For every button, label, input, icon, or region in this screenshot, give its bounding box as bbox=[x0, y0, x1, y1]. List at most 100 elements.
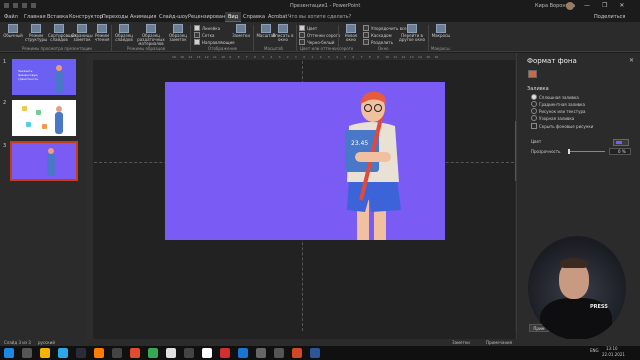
normal-view-button[interactable]: Обычный bbox=[2, 24, 24, 44]
comments-toggle[interactable]: Примечания bbox=[486, 340, 512, 345]
windows-start-icon[interactable] bbox=[4, 348, 14, 358]
clock-time[interactable]: 13:10 bbox=[606, 346, 618, 351]
window-controls: — ❐ ✕ bbox=[584, 2, 624, 9]
slide-thumbnail-3[interactable] bbox=[10, 141, 78, 181]
ruler-checkbox[interactable]: Линейка bbox=[194, 25, 220, 31]
character-illustration[interactable]: 23.45 bbox=[165, 82, 445, 240]
reading-view-button[interactable]: Режим чтения bbox=[91, 24, 113, 44]
app-icon[interactable] bbox=[184, 348, 194, 358]
tab-view[interactable]: Вид bbox=[225, 12, 242, 22]
figure-body bbox=[55, 71, 63, 93]
notes-button[interactable]: Заметки bbox=[230, 24, 252, 44]
chrome-icon[interactable] bbox=[148, 348, 158, 358]
maximize-icon[interactable]: ❐ bbox=[602, 2, 607, 9]
slide-thumbnail-2[interactable] bbox=[12, 100, 76, 136]
solid-fill-radio[interactable]: Сплошная заливка bbox=[531, 94, 579, 100]
slide-master-button[interactable]: Образец слайдов bbox=[113, 24, 135, 44]
fill-icon[interactable] bbox=[528, 70, 537, 78]
fit-to-window-button[interactable]: Вписать в окно bbox=[272, 24, 294, 44]
slide-sorter-button[interactable]: Сортировщик слайдов bbox=[48, 24, 77, 44]
macros-button[interactable]: Макросы bbox=[430, 24, 452, 44]
color-mode-option[interactable]: Цвет bbox=[299, 25, 317, 31]
outline-view-button[interactable]: Режим структуры bbox=[25, 24, 47, 44]
app-icon[interactable] bbox=[130, 348, 140, 358]
tab-slideshow[interactable]: Слайд-шоу bbox=[159, 14, 188, 20]
word-icon[interactable] bbox=[310, 348, 320, 358]
group-label: Масштаб bbox=[264, 46, 284, 51]
new-window-button[interactable]: Новое окно bbox=[340, 24, 362, 44]
transparency-input[interactable]: 0 % bbox=[609, 148, 631, 155]
present-icon[interactable] bbox=[31, 3, 36, 8]
tab-help[interactable]: Справка bbox=[243, 14, 265, 20]
coin-icon bbox=[42, 124, 47, 129]
notes-master-button[interactable]: Образец заметок bbox=[167, 24, 189, 44]
undo-icon[interactable] bbox=[13, 3, 18, 8]
search-input[interactable]: Что вы хотите сделать? bbox=[288, 14, 351, 20]
notes-toggle[interactable]: Заметки bbox=[452, 340, 470, 345]
tab-animations[interactable]: Анимация bbox=[130, 14, 156, 20]
guides-checkbox[interactable]: Направляющие bbox=[194, 39, 235, 45]
gradient-fill-radio[interactable]: Градиентная заливка bbox=[531, 101, 585, 107]
powerpoint-icon[interactable] bbox=[292, 348, 302, 358]
minimize-icon[interactable]: — bbox=[584, 2, 590, 9]
telegram-icon[interactable] bbox=[58, 348, 68, 358]
tab-insert[interactable]: Вставка bbox=[47, 14, 68, 20]
switch-window-button[interactable]: Перейти в другое окно bbox=[398, 24, 426, 44]
color-label: Цвет bbox=[531, 139, 542, 144]
handout-master-button[interactable]: Образец раздаточных материалов bbox=[137, 24, 165, 46]
close-icon[interactable]: ✕ bbox=[619, 2, 624, 9]
slider-handle[interactable] bbox=[568, 149, 570, 154]
webcam-overlay: PRESS bbox=[528, 236, 626, 340]
share-button[interactable]: Поделиться bbox=[594, 14, 625, 20]
search-icon[interactable] bbox=[22, 348, 32, 358]
current-slide[interactable]: 23.45 bbox=[165, 82, 445, 240]
grayscale-option[interactable]: Оттенки серого bbox=[299, 32, 340, 38]
notion-icon[interactable] bbox=[202, 348, 212, 358]
hide-background-checkbox[interactable]: Скрыть фоновые рисунки bbox=[531, 123, 593, 129]
split-button[interactable]: Разделить bbox=[363, 39, 393, 45]
notebook-badge: 23.45 bbox=[351, 140, 368, 147]
notes-page-button[interactable]: Страницы заметок bbox=[71, 24, 93, 44]
tab-transitions[interactable]: Переходы bbox=[102, 14, 129, 20]
group-label: Режимы образцов bbox=[127, 46, 166, 51]
app-icon[interactable] bbox=[274, 348, 284, 358]
save-icon[interactable] bbox=[4, 3, 9, 8]
horizontal-ruler[interactable]: 16 15 14 13 12 11 10 9 8 7 6 5 4 3 2 1 0 1 2 3 4 5 6 7 8 9 10 11 12 1… bbox=[86, 53, 516, 60]
new-window-icon bbox=[346, 24, 356, 33]
transparency-slider[interactable] bbox=[569, 151, 605, 152]
color-picker-button[interactable] bbox=[613, 139, 629, 146]
tab-acrobat[interactable]: Acrobat bbox=[268, 14, 287, 20]
fill-section-header[interactable]: Заливка bbox=[527, 86, 549, 92]
slide-counter: Слайд 3 из 3 bbox=[4, 340, 31, 345]
redo-icon[interactable] bbox=[22, 3, 27, 8]
tab-design[interactable]: Конструктор bbox=[69, 14, 103, 20]
picture-fill-radio[interactable]: Рисунок или текстура bbox=[531, 108, 585, 114]
app-icon[interactable] bbox=[112, 348, 122, 358]
pattern-fill-radio[interactable]: Узорная заливка bbox=[531, 115, 574, 121]
slide-thumbnail-1[interactable]: Заказать финансовую грамотность bbox=[12, 59, 76, 95]
app-icon[interactable] bbox=[256, 348, 266, 358]
group-label: Окно bbox=[378, 46, 389, 51]
app-icon[interactable] bbox=[76, 348, 86, 358]
shorts bbox=[347, 178, 401, 212]
tab-home[interactable]: Главная bbox=[24, 14, 46, 20]
app-icon[interactable] bbox=[220, 348, 230, 358]
keyboard-language[interactable]: ENG bbox=[590, 348, 599, 353]
avatar[interactable] bbox=[566, 2, 574, 10]
grid-checkbox[interactable]: Сетка bbox=[194, 32, 214, 38]
ribbon-tabs: Файл Главная Вставка Конструктор Переход… bbox=[0, 12, 640, 22]
cascade-button[interactable]: Каскадом bbox=[363, 32, 392, 38]
taskbar: ENG 13:10 22.01.2021 bbox=[0, 346, 640, 360]
tab-file[interactable]: Файл bbox=[4, 14, 18, 20]
app-icon[interactable] bbox=[166, 348, 176, 358]
illustrator-icon[interactable] bbox=[94, 348, 104, 358]
close-icon[interactable]: ✕ bbox=[629, 57, 634, 64]
language-indicator[interactable]: русский bbox=[38, 340, 55, 345]
ruler-tick-label: 14 bbox=[188, 55, 192, 59]
app-icon[interactable] bbox=[238, 348, 248, 358]
slide-number: 3 bbox=[3, 143, 7, 149]
vertical-ruler[interactable] bbox=[86, 60, 93, 339]
black-white-option[interactable]: Черно-белый bbox=[299, 39, 335, 45]
clock-date[interactable]: 22.01.2021 bbox=[602, 352, 625, 357]
file-explorer-icon[interactable] bbox=[40, 348, 50, 358]
